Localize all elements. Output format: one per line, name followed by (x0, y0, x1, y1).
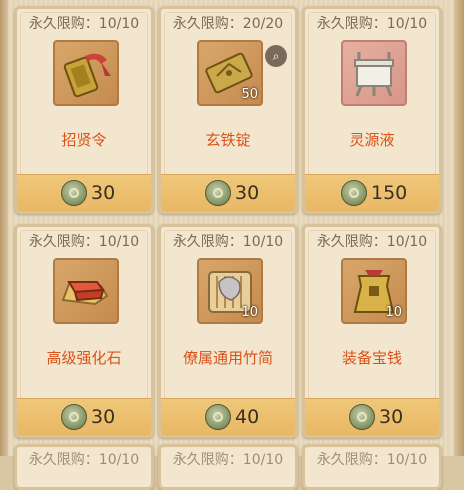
magnify-icon[interactable]: ⌕ (265, 45, 287, 67)
item-icon-tile[interactable] (53, 40, 119, 106)
item-icon-tile[interactable]: 50 (197, 40, 263, 106)
item-quantity: 50 (241, 87, 258, 102)
item-quantity: 10 (241, 305, 258, 320)
item-price: 150 (371, 182, 408, 204)
shop-item-card[interactable]: 永久限购：20/20 50 ⌕ 玄铁锭 30 (158, 6, 298, 214)
purchase-limit: 永久限购：10/10 (172, 234, 284, 250)
currency-coin-icon (205, 404, 231, 430)
cauldron-icon (354, 52, 394, 97)
item-name: 高级强化石 (46, 349, 122, 367)
shop-item-card-partial[interactable]: 永久限购：10/10 (14, 444, 154, 490)
buy-price-bar[interactable]: 150 (305, 174, 439, 211)
item-price: 30 (91, 406, 116, 428)
purchase-limit: 永久限购：10/10 (316, 16, 428, 32)
item-name: 灵源液 (349, 131, 395, 149)
item-name: 玄铁锭 (205, 131, 251, 149)
buy-price-bar[interactable]: 40 (161, 398, 295, 435)
shop-item-card[interactable]: 永久限购：10/10 灵源液 150 (302, 6, 442, 214)
item-name: 招贤令 (61, 131, 107, 149)
item-icon-tile[interactable] (53, 258, 119, 324)
shop-item-card-partial[interactable]: 永久限购：10/10 (158, 444, 298, 490)
buy-price-bar[interactable]: 30 (17, 398, 151, 435)
strengthen-stone-icon (61, 281, 109, 306)
purchase-limit: 永久限购：10/10 (172, 452, 284, 468)
item-price: 30 (379, 406, 404, 428)
item-icon-tile[interactable] (341, 40, 407, 106)
item-name: 装备宝钱 (341, 349, 402, 367)
item-name: 僚属通用竹简 (182, 349, 273, 367)
panel-right-border (454, 0, 464, 456)
shop-item-card[interactable]: 永久限购：10/10 招贤令 30 (14, 6, 154, 214)
purchase-limit: 永久限购：10/10 (28, 234, 140, 250)
shop-item-card[interactable]: 永久限购：10/10 10 僚属通用竹简 40 (158, 224, 298, 438)
panel-left-border (0, 0, 8, 456)
shop-item-card[interactable]: 永久限购：10/10 10 装备宝钱 30 (302, 224, 442, 438)
currency-coin-icon (61, 404, 87, 430)
item-icon-tile[interactable]: 10 (197, 258, 263, 324)
item-price: 30 (91, 182, 116, 204)
item-icon-tile[interactable]: 10 (341, 258, 407, 324)
shop-item-card[interactable]: 永久限购：10/10 高级强化石 30 (14, 224, 154, 438)
shop-item-card-partial[interactable]: 永久限购：10/10 (302, 444, 442, 490)
currency-coin-icon (205, 180, 231, 206)
purchase-limit: 永久限购：10/10 (28, 16, 140, 32)
item-price: 30 (235, 182, 260, 204)
currency-coin-icon (341, 180, 367, 206)
item-price: 40 (235, 406, 260, 428)
purchase-limit: 永久限购：10/10 (28, 452, 140, 468)
recruit-token-icon (63, 53, 111, 98)
buy-price-bar[interactable]: 30 (161, 174, 295, 211)
buy-price-bar[interactable]: 30 (17, 174, 151, 211)
purchase-limit: 永久限购：10/10 (316, 234, 428, 250)
purchase-limit: 永久限购：10/10 (316, 452, 428, 468)
buy-price-bar[interactable]: 30 (305, 398, 439, 435)
purchase-limit: 永久限购：20/20 (172, 16, 284, 32)
item-quantity: 10 (385, 305, 402, 320)
currency-coin-icon (349, 404, 375, 430)
currency-coin-icon (61, 180, 87, 206)
